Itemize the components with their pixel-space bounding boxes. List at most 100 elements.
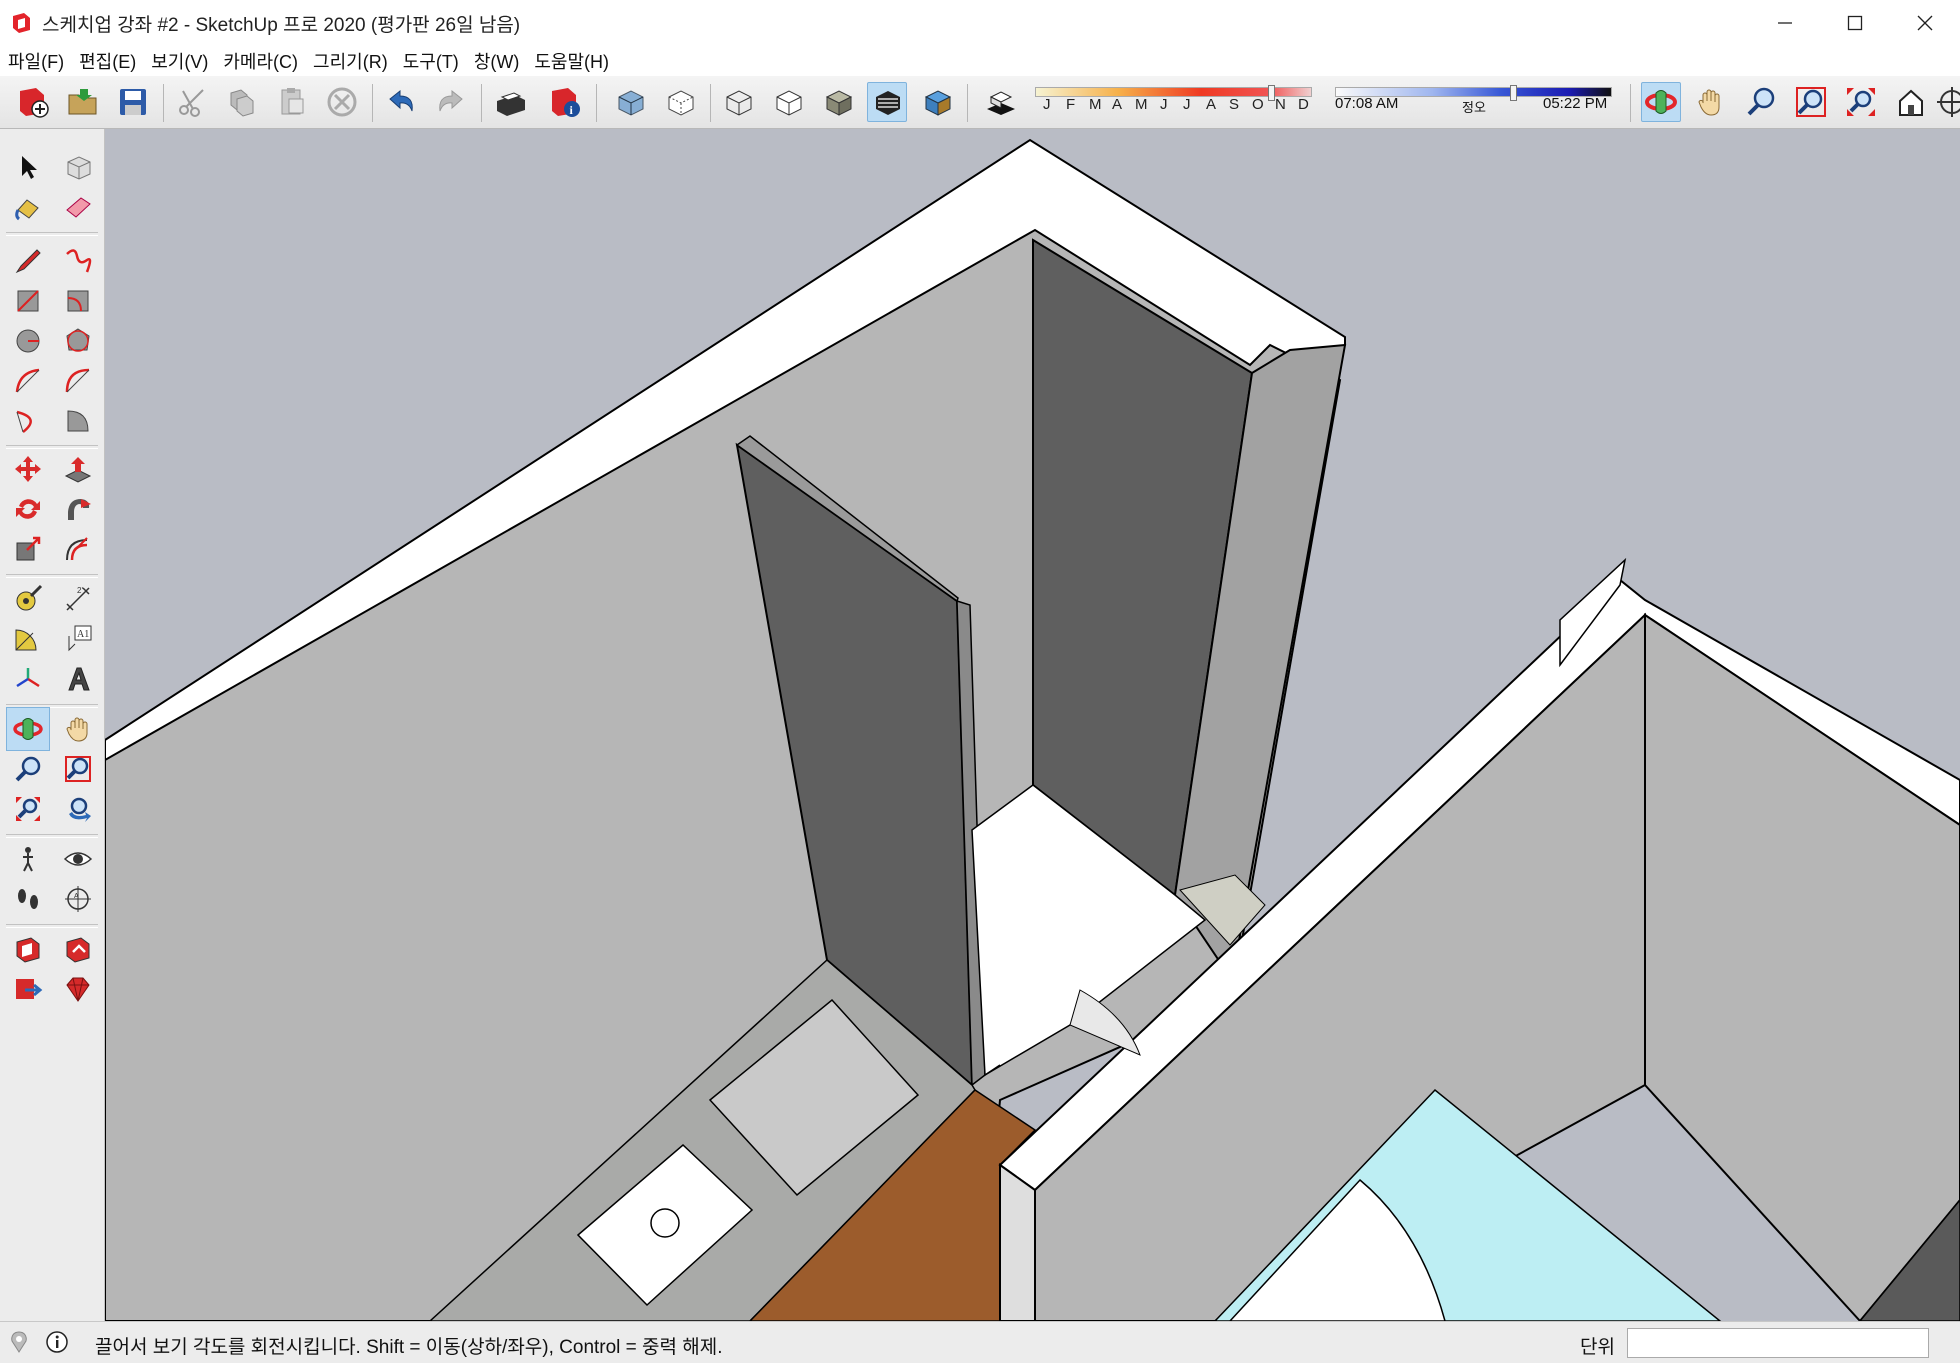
hand-pan-icon: [66, 717, 88, 742]
rotated-rectangle-icon: [67, 290, 89, 312]
dimension-tool-button[interactable]: 2': [56, 577, 100, 621]
text-label-icon: A1: [68, 625, 92, 652]
previous-view-button[interactable]: [1891, 82, 1931, 122]
style-hiddenline-button[interactable]: [768, 82, 808, 122]
two-point-arc-button[interactable]: [56, 359, 100, 403]
move-tool-button[interactable]: [6, 447, 50, 491]
shadows-toggle-button[interactable]: [980, 82, 1020, 122]
menu-window[interactable]: 창(W): [466, 46, 527, 76]
text-tool-button[interactable]: A1: [56, 617, 100, 661]
zoom-tool-button[interactable]: [6, 747, 50, 791]
style-wireframe-button[interactable]: [718, 82, 758, 122]
style-xray-button[interactable]: [610, 82, 650, 122]
new-button[interactable]: [13, 82, 53, 122]
previous-view-tool-button[interactable]: [56, 787, 100, 831]
share-component-button[interactable]: [6, 967, 50, 1011]
shaded-cube-icon: [825, 90, 853, 116]
print-button[interactable]: [490, 82, 530, 122]
section-plane-button[interactable]: A: [56, 877, 100, 921]
style-shaded-textures-button[interactable]: [867, 82, 907, 122]
zoom-extents-tool-button[interactable]: [6, 787, 50, 831]
copy-icon: [230, 89, 254, 117]
minimize-button[interactable]: [1750, 0, 1820, 46]
zoom-extents-button[interactable]: [1841, 82, 1881, 122]
3d-text-button[interactable]: [56, 657, 100, 701]
walk-tool-button[interactable]: [6, 877, 50, 921]
arc-tool-button[interactable]: [6, 359, 50, 403]
rotate-tool-button[interactable]: [6, 487, 50, 531]
zoom-window-button[interactable]: [1791, 82, 1831, 122]
zoom-window-tool-button[interactable]: [56, 747, 100, 791]
polygon-tool-button[interactable]: [56, 319, 100, 363]
orbit-button[interactable]: [1641, 82, 1681, 122]
svg-text:2': 2': [77, 586, 83, 595]
arc-icon: [15, 368, 40, 393]
geolocation-icon[interactable]: [8, 1330, 30, 1354]
select-tool-button[interactable]: [6, 145, 50, 189]
open-button[interactable]: [63, 82, 103, 122]
model-viewport[interactable]: [105, 129, 1960, 1321]
eraser-button[interactable]: [56, 185, 100, 229]
paint-bucket-button[interactable]: [6, 185, 50, 229]
redo-button[interactable]: [431, 82, 471, 122]
share-model-button[interactable]: [56, 927, 100, 971]
menu-tools[interactable]: 도구(T): [395, 46, 466, 76]
freehand-tool-button[interactable]: [56, 239, 100, 283]
info-icon[interactable]: [45, 1330, 69, 1354]
push-pull-button[interactable]: [56, 447, 100, 491]
previous-view-icon: [69, 797, 91, 822]
rectangle-tool-button[interactable]: [6, 279, 50, 323]
zoom-window-icon: [65, 756, 91, 782]
left-toolbar: 2' A1 A: [0, 129, 105, 1321]
erase-button[interactable]: [322, 82, 362, 122]
month-label: J: [1043, 96, 1051, 113]
three-point-arc-button[interactable]: [6, 399, 50, 443]
circle-tool-button[interactable]: [6, 319, 50, 363]
offset-tool-button[interactable]: [56, 527, 100, 571]
make-component-button[interactable]: [56, 145, 100, 189]
follow-me-button[interactable]: [56, 487, 100, 531]
menu-bar: 파일(F) 편집(E) 보기(V) 카메라(C) 그리기(R) 도구(T) 창(…: [0, 46, 1960, 76]
pan-tool-button[interactable]: [56, 707, 100, 751]
shadow-date-slider[interactable]: [1035, 85, 1312, 101]
warehouse-button[interactable]: [6, 927, 50, 971]
menu-help[interactable]: 도움말(H): [526, 46, 616, 76]
close-button[interactable]: [1890, 0, 1960, 46]
rotated-rectangle-button[interactable]: [56, 279, 100, 323]
menu-edit[interactable]: 편집(E): [71, 46, 143, 76]
rectangle-icon: [17, 290, 39, 312]
look-around-button[interactable]: [56, 837, 100, 881]
protractor-button[interactable]: [6, 617, 50, 661]
paste-button[interactable]: [272, 82, 312, 122]
axes-tool-button[interactable]: [6, 657, 50, 701]
zoom-button[interactable]: [1741, 82, 1781, 122]
style-shaded-button[interactable]: [818, 82, 858, 122]
line-tool-button[interactable]: [6, 239, 50, 283]
scale-tool-button[interactable]: [6, 527, 50, 571]
menu-camera[interactable]: 카메라(C): [215, 46, 305, 76]
component-icon: [67, 156, 91, 180]
save-button[interactable]: [113, 82, 153, 122]
date-slider-thumb[interactable]: [1268, 85, 1275, 101]
measurements-input[interactable]: [1627, 1328, 1929, 1358]
time-slider-thumb[interactable]: [1510, 85, 1517, 101]
tape-measure-button[interactable]: [6, 577, 50, 621]
pie-tool-button[interactable]: [56, 399, 100, 443]
position-camera-button[interactable]: [1935, 82, 1960, 122]
model-info-button[interactable]: i: [545, 82, 585, 122]
menu-draw[interactable]: 그리기(R): [305, 46, 395, 76]
menu-view[interactable]: 보기(V): [143, 46, 215, 76]
orbit-tool-button[interactable]: [6, 707, 50, 751]
three-point-arc-icon: [16, 410, 32, 433]
copy-button[interactable]: [222, 82, 262, 122]
extension-warehouse-button[interactable]: [56, 967, 100, 1011]
style-monochrome-button[interactable]: [917, 82, 957, 122]
menu-file[interactable]: 파일(F): [0, 46, 71, 76]
undo-button[interactable]: [381, 82, 421, 122]
maximize-button[interactable]: [1820, 0, 1890, 46]
style-backedges-button[interactable]: [660, 82, 700, 122]
cut-button[interactable]: [172, 82, 212, 122]
position-camera-tool-button[interactable]: [6, 837, 50, 881]
pan-button[interactable]: [1691, 82, 1731, 122]
monochrome-cube-icon: [924, 90, 952, 116]
